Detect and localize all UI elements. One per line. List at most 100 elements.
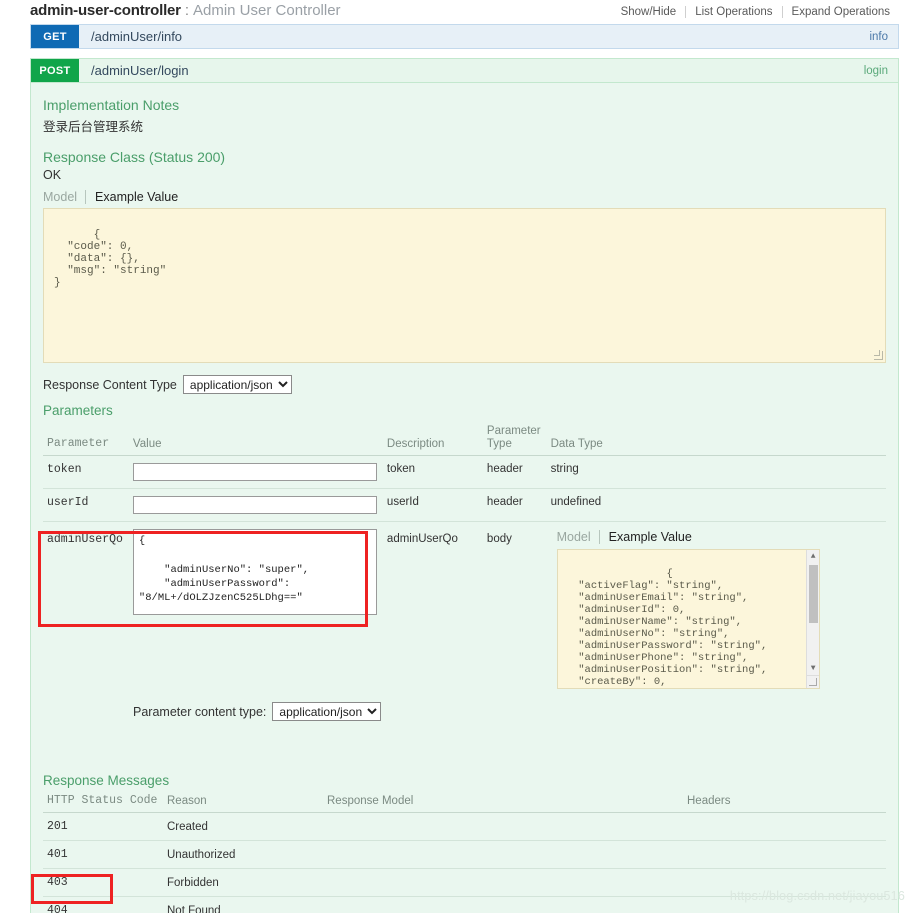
body-example-code: { "activeFlag": "string", "adminUserEmai… bbox=[556, 549, 820, 690]
status-reason: Forbidden bbox=[163, 868, 323, 898]
parameters-title: Parameters bbox=[43, 403, 113, 418]
operation-path-post[interactable]: /adminUser/login bbox=[79, 59, 864, 82]
resource-options: Show/Hide List Operations Expand Operati… bbox=[612, 6, 899, 18]
param-type-token: header bbox=[482, 455, 547, 490]
response-class-status: OK bbox=[43, 168, 62, 182]
operation-get-info: GET /adminUser/info info bbox=[30, 24, 899, 49]
parameter-content-type-label: Parameter content type: bbox=[133, 704, 267, 719]
param-type-userid: header bbox=[482, 488, 547, 523]
response-class-title: Response Class (Status 200) bbox=[43, 149, 226, 165]
body-model-tabs: Model Example Value bbox=[557, 530, 880, 545]
adminuserqo-body-textarea[interactable]: { "adminUserNo": "super", "adminUserPass… bbox=[132, 529, 377, 616]
operation-header-get[interactable]: GET /adminUser/info info bbox=[30, 24, 899, 49]
col-parameter: Parameter bbox=[43, 421, 129, 457]
param-name-adminuserqo: adminUserQo bbox=[47, 533, 123, 547]
operation-header-post[interactable]: POST /adminUser/login login bbox=[30, 58, 899, 83]
userid-input[interactable] bbox=[132, 496, 377, 515]
response-content-type-label: Response Content Type bbox=[43, 377, 177, 392]
tab-model-body[interactable]: Model bbox=[557, 530, 599, 544]
tab-example-value[interactable]: Example Value bbox=[86, 190, 178, 204]
resource-separator: : bbox=[184, 2, 189, 19]
response-class-tabs: Model Example Value bbox=[43, 190, 886, 204]
col-response-model: Response Model bbox=[323, 791, 683, 814]
operation-post-login: POST /adminUser/login login bbox=[30, 58, 899, 83]
param-description-token: token bbox=[382, 455, 483, 490]
response-example-code: { "code": 0, "data": {}, "msg": "string"… bbox=[43, 208, 886, 363]
param-name-userid: userId bbox=[43, 488, 129, 523]
col-http-status-code: HTTP Status Code bbox=[43, 791, 163, 814]
param-description-userid: userId bbox=[382, 488, 483, 523]
implementation-notes-text: 登录后台管理系统 bbox=[43, 119, 144, 134]
table-row: 401 Unauthorized bbox=[43, 840, 886, 870]
model-resize-handle-icon[interactable] bbox=[805, 675, 819, 689]
status-response-model bbox=[323, 868, 683, 898]
param-description-adminuserqo: adminUserQo bbox=[386, 533, 458, 546]
status-code: 403 bbox=[43, 868, 163, 898]
status-reason: Created bbox=[163, 812, 323, 842]
status-reason: Unauthorized bbox=[163, 840, 323, 870]
response-example-text: { "code": 0, "data": {}, "msg": "string"… bbox=[54, 229, 167, 289]
tab-model[interactable]: Model bbox=[43, 190, 85, 204]
scroll-up-arrow-icon[interactable]: ▲ bbox=[806, 550, 819, 564]
table-row: 201 Created bbox=[43, 812, 886, 842]
scrollbar-thumb[interactable] bbox=[808, 565, 818, 624]
parameter-content-type-row: Parameter content type: application/json bbox=[43, 702, 886, 722]
param-value-adminuserqo: { "adminUserNo": "super", "adminUserPass… bbox=[129, 522, 383, 697]
status-code: 201 bbox=[43, 812, 163, 842]
resource-name: admin-user-controller bbox=[30, 2, 181, 19]
method-badge-post: POST bbox=[31, 59, 79, 82]
table-row: userId userId header undefined bbox=[43, 488, 886, 523]
response-messages-header-row: HTTP Status Code Reason Response Model H… bbox=[43, 791, 886, 814]
status-code: 401 bbox=[43, 840, 163, 870]
operation-nickname-post: login bbox=[863, 64, 888, 77]
resource-header: admin-user-controller : Admin User Contr… bbox=[0, 0, 915, 24]
status-code: 404 bbox=[43, 896, 163, 913]
status-response-model bbox=[323, 840, 683, 870]
status-response-model bbox=[323, 896, 683, 913]
table-row: token token header string bbox=[43, 455, 886, 490]
body-model-panel: Model Example Value { "activeFlag": "str… bbox=[551, 530, 880, 690]
col-headers: Headers bbox=[683, 791, 886, 814]
col-value: Value bbox=[128, 421, 383, 457]
show-hide-link[interactable]: Show/Hide bbox=[612, 6, 686, 18]
status-headers bbox=[683, 840, 886, 870]
list-operations-link[interactable]: List Operations bbox=[686, 6, 781, 18]
param-value-userid bbox=[128, 488, 383, 523]
operation-path-get[interactable]: /adminUser/info bbox=[79, 25, 869, 48]
parameters-header-row: Parameter Value Description Parameter Ty… bbox=[43, 421, 886, 457]
implementation-notes-title: Implementation Notes bbox=[43, 97, 180, 113]
method-badge-get: GET bbox=[31, 25, 79, 48]
parameters-table: Parameter Value Description Parameter Ty… bbox=[43, 421, 886, 696]
token-input[interactable] bbox=[132, 463, 377, 482]
scroll-down-arrow-icon[interactable]: ▼ bbox=[806, 662, 819, 676]
col-description: Description bbox=[382, 421, 483, 457]
response-content-type-row: Response Content Type application/json bbox=[43, 375, 886, 394]
expand-operations-link[interactable]: Expand Operations bbox=[783, 6, 899, 18]
status-reason: Not Found bbox=[163, 896, 323, 913]
resize-handle-icon[interactable] bbox=[874, 350, 883, 360]
body-textarea-wrapper: { "adminUserNo": "super", "adminUserPass… bbox=[132, 529, 377, 618]
tab-example-value-body[interactable]: Example Value bbox=[600, 530, 692, 544]
response-messages-title: Response Messages bbox=[43, 773, 170, 789]
col-parameter-type: Parameter Type bbox=[482, 421, 547, 457]
operation-body-post-login: Implementation Notes 登录后台管理系统 Response C… bbox=[30, 83, 899, 913]
parameter-content-type-select[interactable]: application/json bbox=[272, 702, 382, 722]
col-reason: Reason bbox=[163, 791, 323, 814]
resource-description: Admin User Controller bbox=[193, 2, 341, 19]
watermark: https://blog.csdn.net/jiayou516 bbox=[729, 889, 905, 903]
status-headers bbox=[683, 812, 886, 842]
body-example-text: { "activeFlag": "string", "adminUserEmai… bbox=[578, 568, 768, 689]
model-scrollbar[interactable]: ▲ ▼ bbox=[805, 550, 819, 689]
table-row: adminUserQo { "adminUserNo": "super", "a… bbox=[43, 522, 886, 697]
param-datatype-userid: undefined bbox=[546, 488, 886, 523]
param-datatype-token: string bbox=[546, 455, 886, 490]
operation-nickname-get: info bbox=[869, 30, 888, 43]
status-response-model bbox=[323, 812, 683, 842]
param-value-token bbox=[128, 455, 383, 490]
response-content-type-select[interactable]: application/json bbox=[182, 375, 292, 394]
param-name-token: token bbox=[43, 455, 129, 490]
param-model-panel: Model Example Value { "activeFlag": "str… bbox=[547, 522, 886, 697]
swagger-ui-page: admin-user-controller : Admin User Contr… bbox=[0, 0, 915, 913]
col-data-type: Data Type bbox=[546, 421, 886, 457]
param-type-adminuserqo: body bbox=[486, 533, 512, 546]
